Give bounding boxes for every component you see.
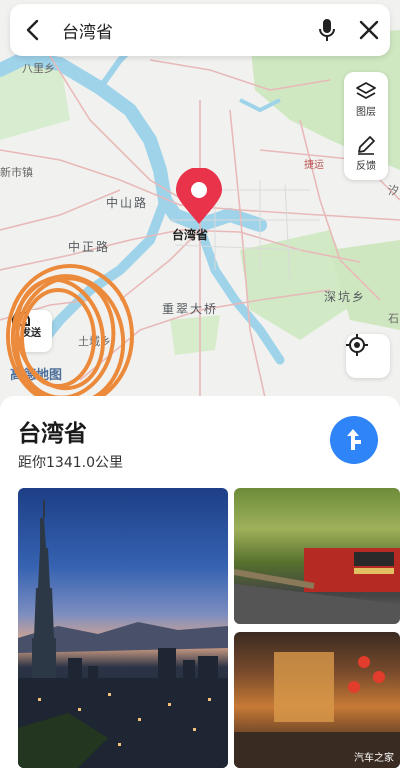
photo-alishan-train[interactable] — [234, 488, 400, 624]
map-label-xinshi: 新市镇 — [0, 166, 33, 179]
pencil-icon — [358, 135, 375, 155]
close-icon — [359, 20, 379, 40]
map-label-bridge: 重翠大桥 — [162, 302, 219, 316]
market-illustration — [234, 652, 400, 768]
photo-taipei-101[interactable] — [18, 488, 228, 768]
clear-search-button[interactable] — [348, 4, 390, 56]
turn-arrow-icon — [347, 429, 361, 450]
map-label-shenkeng: 深坑乡 — [324, 290, 367, 304]
map-label-xi: 汐 — [388, 184, 399, 197]
feedback-button[interactable]: 反馈 — [344, 126, 388, 180]
train-illustration — [234, 548, 400, 624]
search-input[interactable]: 台湾省 — [54, 18, 306, 43]
map-label-zhongzheng-rd: 中正路 — [68, 240, 111, 254]
map-view[interactable]: 八里乡 新市镇 中山路 中正路 重翠大桥 土城乡 深坑乡 汐 石 捷运 台湾省 … — [0, 0, 400, 420]
place-title: 台湾省 — [18, 421, 87, 447]
map-label-tucheng: 土城乡 — [78, 335, 111, 348]
place-detail-sheet: 台湾省 距你1341.0公里 汽车之家 — [0, 396, 400, 768]
map-label-metro: 捷运 — [304, 160, 324, 171]
map-label-shi: 石 — [388, 312, 399, 325]
microphone-icon — [319, 19, 335, 41]
photo-night-market[interactable]: 汽车之家 — [234, 632, 400, 768]
feedback-label: 反馈 — [356, 160, 376, 172]
skyline-illustration — [18, 500, 228, 768]
amap-brand: 高德地图 — [10, 364, 62, 383]
map-tool-panel: 图层 反馈 — [344, 72, 388, 180]
map-label-zhongshan-rd: 中山路 — [106, 196, 149, 210]
crosshair-icon — [346, 334, 368, 356]
app-screen: 八里乡 新市镇 中山路 中正路 重翠大桥 土城乡 深坑乡 汐 石 捷运 台湾省 … — [0, 0, 400, 768]
place-distance: 距你1341.0公里 — [18, 455, 123, 471]
layers-label: 图层 — [356, 106, 376, 118]
pin-label: 台湾省 — [172, 228, 209, 242]
car-icon — [12, 312, 30, 326]
layers-button[interactable]: 图层 — [344, 72, 388, 126]
layers-icon — [356, 81, 376, 99]
watermark: 汽车之家 — [354, 753, 394, 764]
navigation-arrow-icon — [11, 365, 21, 375]
voice-search-button[interactable] — [306, 4, 348, 56]
search-bar: 台湾省 — [10, 4, 390, 56]
map-label-bali: 八里乡 — [22, 62, 55, 75]
send-to-car-button[interactable]: 发送 — [10, 310, 52, 352]
back-button[interactable] — [10, 4, 54, 56]
chevron-left-icon — [26, 19, 39, 41]
locate-me-button[interactable] — [346, 334, 390, 378]
route-button[interactable] — [330, 416, 378, 464]
